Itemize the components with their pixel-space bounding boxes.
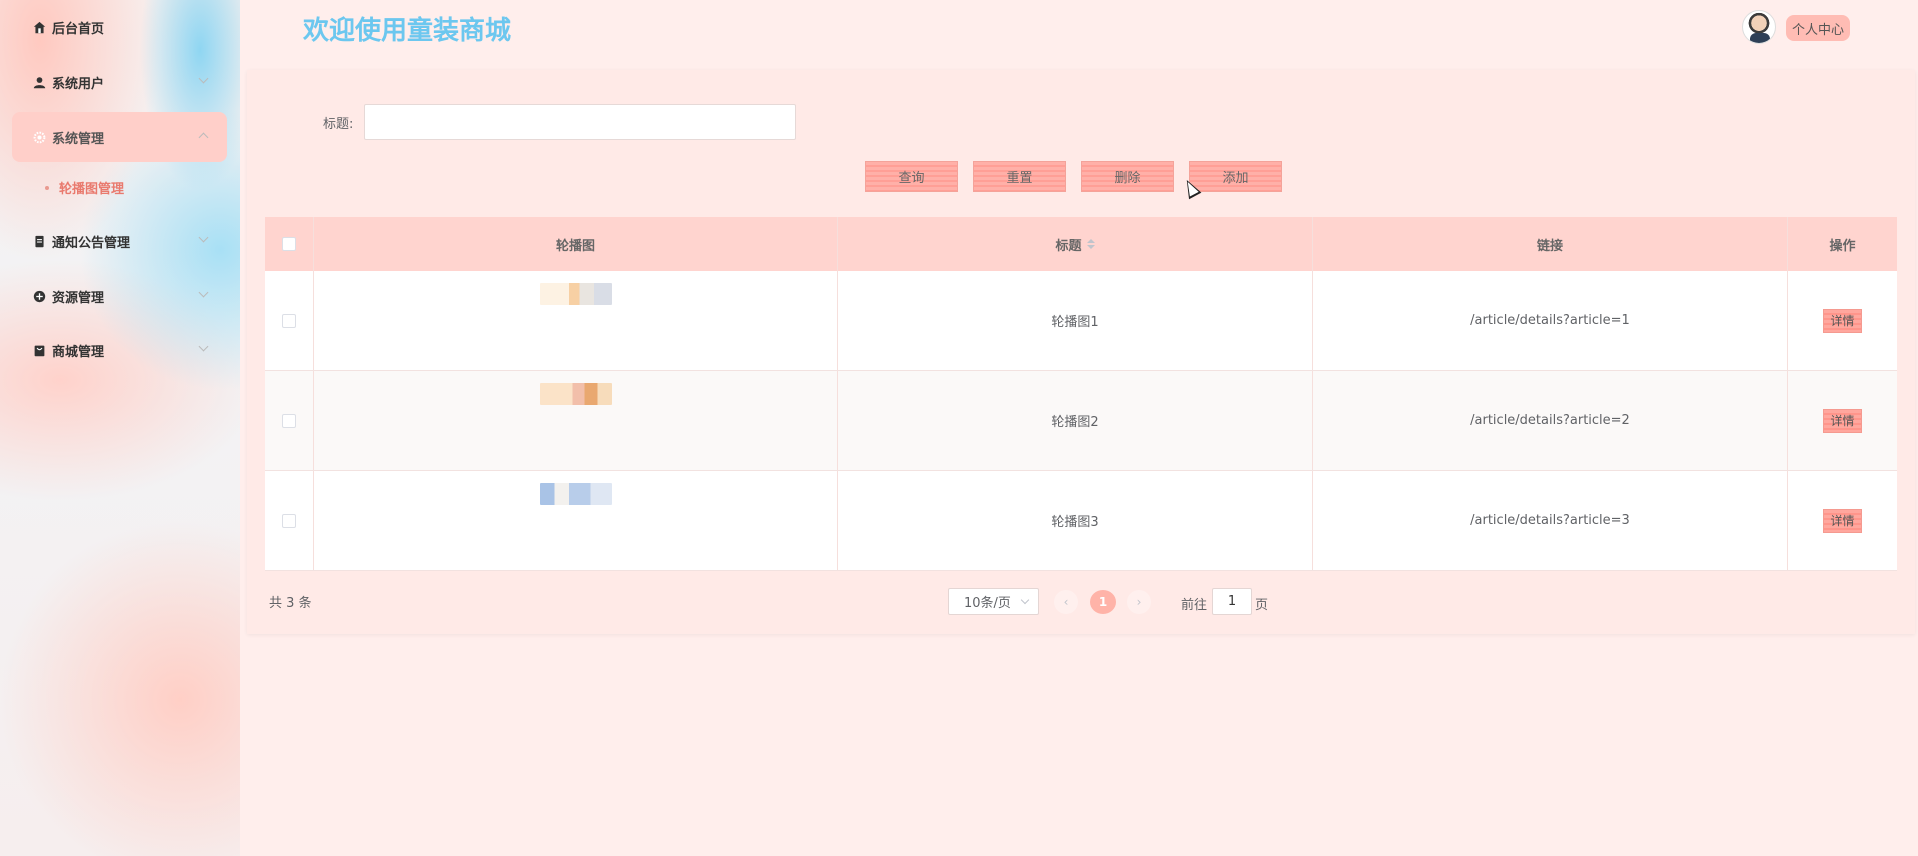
carousel-thumbnail: [539, 483, 612, 505]
chevron-up-icon: [198, 132, 209, 143]
avatar[interactable]: [1742, 10, 1776, 44]
carousel-thumbnail: [539, 283, 612, 305]
page-size-select[interactable]: 10条/页: [948, 588, 1039, 615]
carousel-thumbnail: [539, 383, 612, 405]
carousel-image-cell: [314, 371, 838, 470]
title-cell: 轮播图3: [838, 471, 1313, 570]
sidebar-item-label: 系统用户: [52, 76, 105, 92]
row-checkbox-cell: [265, 371, 314, 470]
sidebar-item-notice-management[interactable]: 通知公告管理: [12, 216, 227, 266]
main-card: 标题: 查询 重置 删除 添加 轮播图 标题 链接 操作 轮播图1 /artic…: [247, 70, 1915, 634]
sidebar-subitem-label: 轮播图管理: [59, 182, 125, 197]
delete-button[interactable]: 删除: [1081, 161, 1174, 192]
carousel-image-cell: [314, 271, 838, 370]
column-header-link: 链接: [1313, 217, 1788, 271]
query-button[interactable]: 查询: [865, 161, 958, 192]
page-size-value: 10条/页: [964, 596, 1011, 611]
row-checkbox[interactable]: [282, 513, 296, 528]
actions-cell: 详情: [1788, 271, 1897, 370]
link-cell: /article/details?article=2: [1313, 371, 1788, 470]
column-header-title[interactable]: 标题: [838, 217, 1313, 271]
row-checkbox-cell: [265, 471, 314, 570]
sidebar-item-label: 后台首页: [52, 21, 105, 37]
column-header-actions: 操作: [1829, 238, 1856, 254]
actions-cell: 详情: [1788, 471, 1897, 570]
sidebar-item-label: 通知公告管理: [52, 235, 131, 251]
link-cell: /article/details?article=3: [1313, 471, 1788, 570]
detail-button[interactable]: 详情: [1823, 308, 1862, 333]
header-checkbox-cell: [265, 217, 314, 271]
sidebar-item-label: 资源管理: [52, 290, 105, 306]
goto-label: 前往: [1181, 598, 1208, 613]
select-all-checkbox[interactable]: [282, 237, 296, 251]
column-header-title-label: 标题: [1055, 238, 1082, 254]
goto-page-input[interactable]: [1212, 588, 1252, 615]
next-page-button[interactable]: ›: [1127, 590, 1151, 614]
page-number-current[interactable]: 1: [1090, 590, 1116, 614]
sort-icon[interactable]: [1086, 239, 1095, 249]
prev-page-button[interactable]: ‹: [1054, 590, 1078, 614]
link-cell: /article/details?article=1: [1313, 271, 1788, 370]
plus-circle-icon: [32, 289, 46, 303]
reset-button[interactable]: 重置: [973, 161, 1066, 192]
document-icon: [32, 234, 46, 248]
bullet-icon: [45, 185, 49, 190]
pagination-total: 共 3 条: [269, 596, 312, 611]
sidebar-item-label: 商城管理: [52, 344, 105, 360]
chevron-down-icon: [198, 341, 209, 352]
sidebar-subitem-carousel-management[interactable]: 轮播图管理: [45, 178, 124, 197]
column-header-image: 轮播图: [314, 217, 838, 271]
row-checkbox[interactable]: [282, 413, 296, 428]
title-cell: 轮播图2: [838, 371, 1313, 470]
sidebar-item-system-management[interactable]: 系统管理: [12, 112, 227, 162]
user-center-button[interactable]: 个人中心: [1786, 15, 1851, 41]
table-row: 轮播图2 /article/details?article=2 详情: [265, 371, 1897, 471]
table-header: 轮播图 标题 链接 操作: [265, 217, 1897, 271]
add-button[interactable]: 添加: [1189, 161, 1282, 192]
detail-button[interactable]: 详情: [1823, 508, 1862, 533]
row-checkbox-cell: [265, 271, 314, 370]
sidebar-item-label: 系统管理: [52, 131, 105, 147]
table-row: 轮播图3 /article/details?article=3 详情: [265, 471, 1897, 571]
detail-button[interactable]: 详情: [1823, 408, 1862, 433]
user-icon: [32, 75, 46, 89]
sidebar-item-system-users[interactable]: 系统用户: [12, 57, 227, 107]
table-row: 轮播图1 /article/details?article=1 详情: [265, 271, 1897, 371]
carousel-table: 轮播图 标题 链接 操作 轮播图1 /article/details?artic…: [265, 217, 1897, 571]
gear-icon: [32, 130, 46, 144]
title-filter-label: 标题:: [323, 117, 354, 132]
chevron-down-icon: [198, 232, 209, 243]
goto-suffix: 页: [1255, 598, 1269, 613]
title-cell: 轮播图1: [838, 271, 1313, 370]
row-checkbox[interactable]: [282, 313, 296, 328]
shopping-bag-icon: [32, 343, 46, 357]
sidebar-item-resource-management[interactable]: 资源管理: [12, 271, 227, 321]
actions-cell: 详情: [1788, 371, 1897, 470]
chevron-left-icon: ‹: [1063, 595, 1069, 609]
sidebar-item-mall-management[interactable]: 商城管理: [12, 325, 227, 375]
chevron-down-icon: [1020, 595, 1030, 605]
chevron-down-icon: [198, 287, 209, 298]
sidebar: 后台首页 系统用户 系统管理 轮播图管理 通知公告管理 资源管理 商城管理: [0, 0, 240, 856]
page-title: 欢迎使用童装商城: [303, 16, 512, 46]
chevron-right-icon: ›: [1136, 595, 1142, 609]
home-icon: [32, 20, 46, 34]
sidebar-item-home[interactable]: 后台首页: [12, 2, 227, 52]
title-filter-input[interactable]: [364, 104, 796, 140]
carousel-image-cell: [314, 471, 838, 570]
chevron-down-icon: [198, 73, 209, 84]
